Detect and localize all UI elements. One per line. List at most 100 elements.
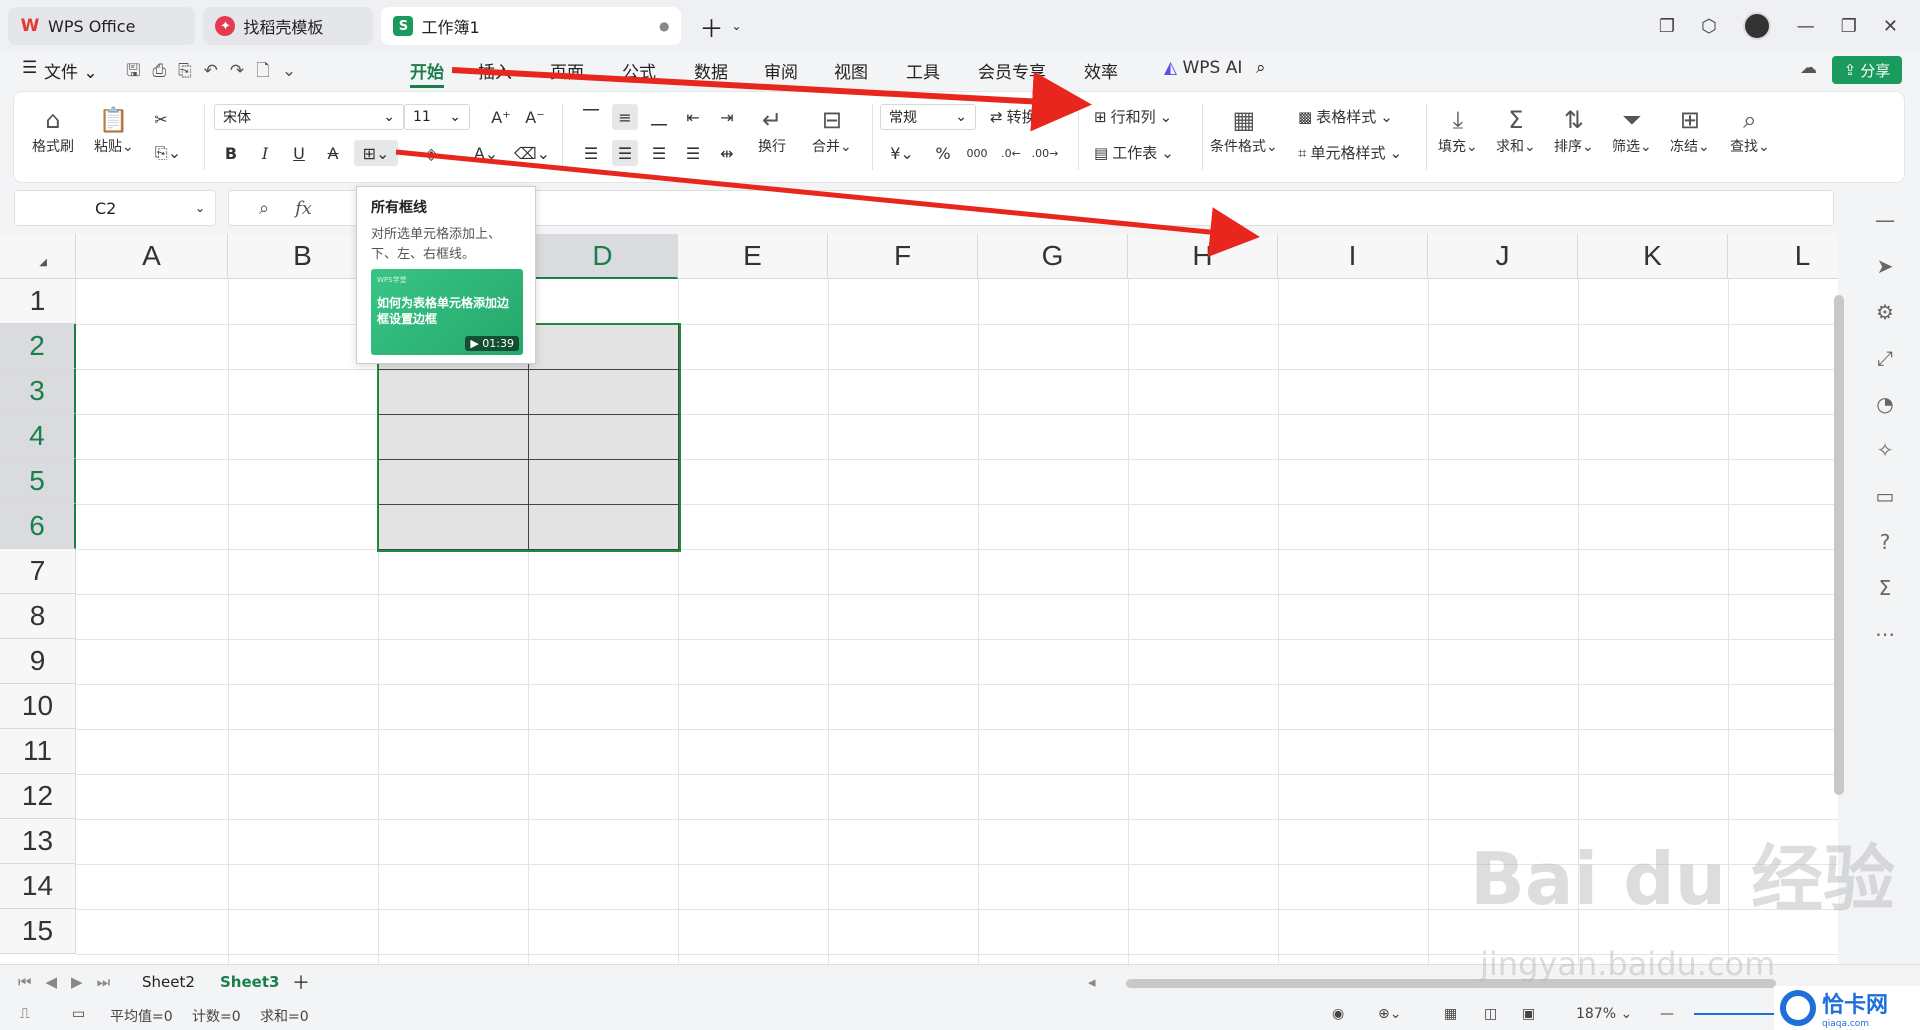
menu-review[interactable]: 审阅	[764, 58, 798, 83]
strikethrough-icon[interactable]: A	[320, 140, 346, 166]
all-borders-button[interactable]: ⊞ ⌄	[354, 140, 398, 166]
settings-sliders-icon[interactable]: ⚙	[1876, 300, 1894, 324]
cell-style-button[interactable]: ⌗ 单元格样式 ⌄	[1298, 142, 1402, 163]
name-box[interactable]: C2 ⌄	[14, 190, 216, 226]
help-icon[interactable]: ?	[1880, 530, 1891, 554]
record-icon[interactable]: ▭	[72, 1006, 85, 1022]
filter-button[interactable]: ⏷ 筛选⌄	[1612, 106, 1652, 156]
menu-wps-ai[interactable]: ◭ WPS AI	[1164, 58, 1242, 78]
thousands-icon[interactable]: 000	[964, 140, 990, 166]
column-header-a[interactable]: A	[76, 234, 228, 279]
font-name-select[interactable]: 宋体 ⌄	[214, 104, 404, 130]
focus-mode-icon[interactable]: ⊕⌄	[1378, 1006, 1401, 1022]
avatar[interactable]	[1742, 12, 1771, 40]
cursor-icon[interactable]: ➤	[1877, 254, 1894, 278]
sort-button[interactable]: ⇅ 排序⌄	[1554, 106, 1594, 156]
format-painter-button[interactable]: ⌂ 格式刷	[32, 106, 74, 156]
window-layout-icon[interactable]: ❐	[1659, 16, 1675, 37]
menu-insert[interactable]: 插入	[478, 58, 512, 83]
tutorial-video[interactable]: WPS学堂 如何为表格单元格添加边框设置边框 ▶ 01:39	[371, 269, 523, 355]
increase-decimal-icon[interactable]: .0←	[998, 140, 1024, 166]
row-header-4[interactable]: 4	[0, 414, 76, 459]
clear-format-icon[interactable]: ⌫⌄	[512, 140, 552, 166]
column-header-d[interactable]: D	[528, 234, 678, 279]
font-size-select[interactable]: 11 ⌄	[404, 104, 470, 130]
wrap-text-button[interactable]: ↵ 换行	[758, 106, 786, 156]
cut-icon[interactable]: ✂	[148, 106, 174, 132]
zoom-icon[interactable]: ⌕	[259, 198, 269, 219]
column-header-e[interactable]: E	[678, 234, 828, 279]
paste-button[interactable]: 📋 粘贴⌄	[94, 106, 134, 156]
cloud-upload-icon[interactable]: ☁	[1800, 58, 1817, 78]
chart-icon[interactable]: ◔	[1876, 392, 1893, 416]
tab-workbook[interactable]: S 工作簿1 ●	[381, 7, 682, 45]
rows-cols-button[interactable]: ⊞ 行和列 ⌄	[1094, 106, 1172, 127]
row-header-13[interactable]: 13	[0, 819, 76, 864]
sheet-tab-sheet3[interactable]: Sheet3	[220, 973, 279, 991]
eye-protection-icon[interactable]: ◉	[1332, 1006, 1344, 1022]
align-left-icon[interactable]: ☰	[578, 140, 604, 166]
row-header-14[interactable]: 14	[0, 864, 76, 909]
normal-view-icon[interactable]: ▦	[1444, 1006, 1457, 1022]
row-header-5[interactable]: 5	[0, 459, 76, 504]
find-button[interactable]: ⌕ 查找⌄	[1730, 106, 1770, 156]
underline-icon[interactable]: U	[286, 140, 312, 166]
fx-icon[interactable]: fx	[295, 198, 312, 219]
menu-data[interactable]: 数据	[694, 58, 728, 83]
menu-efficiency[interactable]: 效率	[1084, 58, 1118, 83]
align-top-icon[interactable]: ⎺	[578, 104, 604, 130]
bold-icon[interactable]: B	[218, 140, 244, 166]
zoom-slider[interactable]	[1694, 1013, 1774, 1015]
sheet-nav-icons[interactable]: ⏮◀▶⏭	[18, 973, 124, 991]
row-header-6[interactable]: 6	[0, 504, 76, 549]
zoom-out-icon[interactable]: —	[1660, 1006, 1674, 1022]
row-header-1[interactable]: 1	[0, 279, 76, 324]
number-format-select[interactable]: 常规 ⌄	[880, 104, 976, 130]
row-header-12[interactable]: 12	[0, 774, 76, 819]
column-header-h[interactable]: H	[1128, 234, 1278, 279]
copy-icon[interactable]: ⎘⌄	[148, 140, 188, 166]
restore-icon[interactable]: ❐	[1841, 16, 1857, 37]
column-header-j[interactable]: J	[1428, 234, 1578, 279]
add-sheet-icon[interactable]: ＋	[292, 969, 310, 995]
conditional-format-button[interactable]: ▦ 条件格式⌄	[1210, 106, 1278, 156]
scroll-left-icon[interactable]: ◂	[1088, 973, 1096, 991]
close-icon[interactable]: ✕	[1883, 16, 1898, 37]
select-all-corner[interactable]: ◢	[0, 234, 76, 279]
currency-icon[interactable]: ¥⌄	[884, 140, 920, 166]
font-color-icon[interactable]: A⌄	[466, 140, 506, 166]
collapse-icon[interactable]: —	[1875, 208, 1895, 232]
decrease-indent-icon[interactable]: ⇤	[680, 104, 706, 130]
quick-access-toolbar[interactable]: 🖫⎙⎘↶↷🗋⌄	[126, 58, 308, 87]
align-bottom-icon[interactable]: ⎽	[646, 104, 672, 130]
column-header-k[interactable]: K	[1578, 234, 1728, 279]
page-break-icon[interactable]: ▣	[1522, 1006, 1535, 1022]
row-header-7[interactable]: 7	[0, 549, 76, 594]
menu-home[interactable]: 开始	[410, 58, 444, 88]
decrease-font-icon[interactable]: A⁻	[522, 104, 548, 130]
align-center-icon[interactable]: ☰	[612, 140, 638, 166]
page-layout-icon[interactable]: ◫	[1484, 1006, 1497, 1022]
freeze-button[interactable]: ⊞ 冻结⌄	[1670, 106, 1710, 156]
convert-button[interactable]: ⇄ 转换 ⌄	[990, 106, 1053, 127]
row-header-8[interactable]: 8	[0, 594, 76, 639]
increase-font-icon[interactable]: A⁺	[488, 104, 514, 130]
align-right-icon[interactable]: ☰	[646, 140, 672, 166]
row-header-11[interactable]: 11	[0, 729, 76, 774]
merge-button[interactable]: ⊟ 合并⌄	[812, 106, 852, 156]
table-style-button[interactable]: ▩ 表格样式 ⌄	[1298, 106, 1393, 127]
row-header-10[interactable]: 10	[0, 684, 76, 729]
column-header-f[interactable]: F	[828, 234, 978, 279]
tab-wps-office[interactable]: W WPS Office	[8, 7, 196, 45]
cube-icon[interactable]: ⬡	[1701, 16, 1717, 37]
menu-view[interactable]: 视图	[834, 58, 868, 83]
row-header-15[interactable]: 15	[0, 909, 76, 954]
menu-file[interactable]: 文件 ⌄	[44, 58, 98, 83]
fill-color-icon[interactable]: ◈⌄	[418, 140, 458, 166]
menu-hamburger-icon[interactable]: ☰	[22, 58, 37, 78]
row-header-2[interactable]: 2	[0, 324, 76, 369]
more-icon[interactable]: ⋯	[1875, 622, 1895, 646]
worksheet-button[interactable]: ▤ 工作表 ⌄	[1094, 142, 1174, 163]
column-header-g[interactable]: G	[978, 234, 1128, 279]
book-icon[interactable]: ▭	[1876, 484, 1895, 508]
